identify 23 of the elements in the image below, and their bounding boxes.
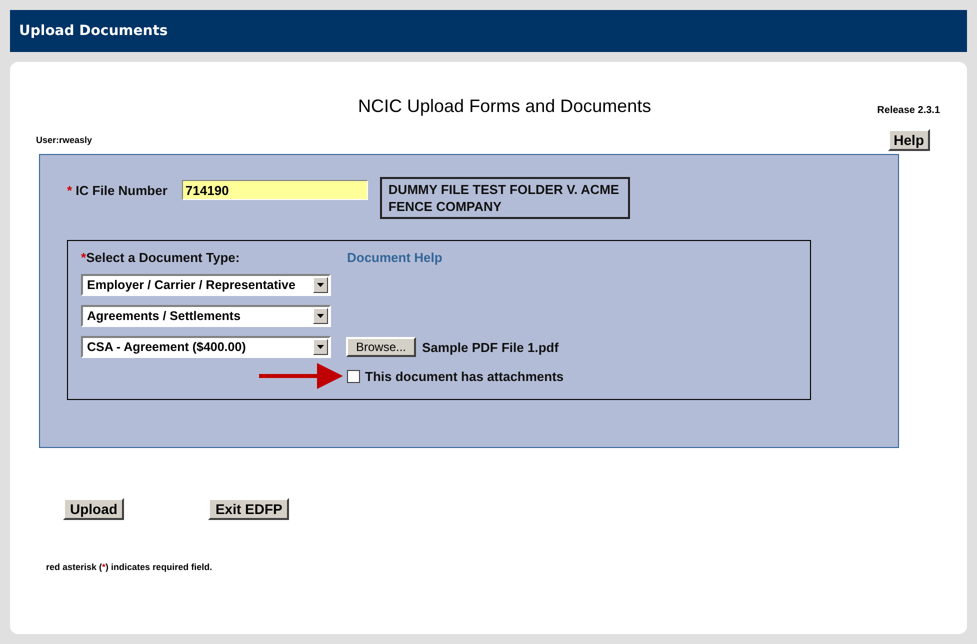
file-name: Sample PDF File 1.pdf xyxy=(422,340,559,354)
document-type-select[interactable]: Employer / Carrier / Representative xyxy=(81,274,331,296)
header-title: Upload Documents xyxy=(19,23,168,39)
action-button[interactable]: Exit EDFP xyxy=(208,498,290,520)
document-type-label: *Select a Document Type: xyxy=(81,250,241,265)
file-number-field[interactable]: 714190 xyxy=(182,180,368,200)
page-title: NCIC Upload Forms and Documents xyxy=(357,96,652,117)
release-label: Release 2.3.1 xyxy=(877,105,940,116)
file-number-label: * IC File Number xyxy=(67,183,168,198)
required-note: red asterisk (*) indicates required field. xyxy=(46,562,214,572)
action-button[interactable]: Upload xyxy=(63,498,124,520)
attachments-checkbox[interactable] xyxy=(347,370,360,382)
dropdown-arrow-icon xyxy=(317,283,324,287)
dropdown-arrow-icon xyxy=(317,345,324,349)
case-name-box: DUMMY FILE TEST FOLDER V. ACME FENCE COMPANY xyxy=(380,177,630,219)
browse-button[interactable]: Browse... xyxy=(346,337,416,357)
user-label: User:rweasly xyxy=(36,135,92,145)
arrow-icon xyxy=(259,363,343,389)
document-type-select[interactable]: Agreements / Settlements xyxy=(81,305,331,327)
document-type-select[interactable]: CSA - Agreement ($400.00) xyxy=(81,336,331,358)
dropdown-arrow-icon xyxy=(317,314,324,318)
attachments-label: This document has attachments xyxy=(365,368,564,384)
help-button[interactable]: Help xyxy=(888,129,930,151)
